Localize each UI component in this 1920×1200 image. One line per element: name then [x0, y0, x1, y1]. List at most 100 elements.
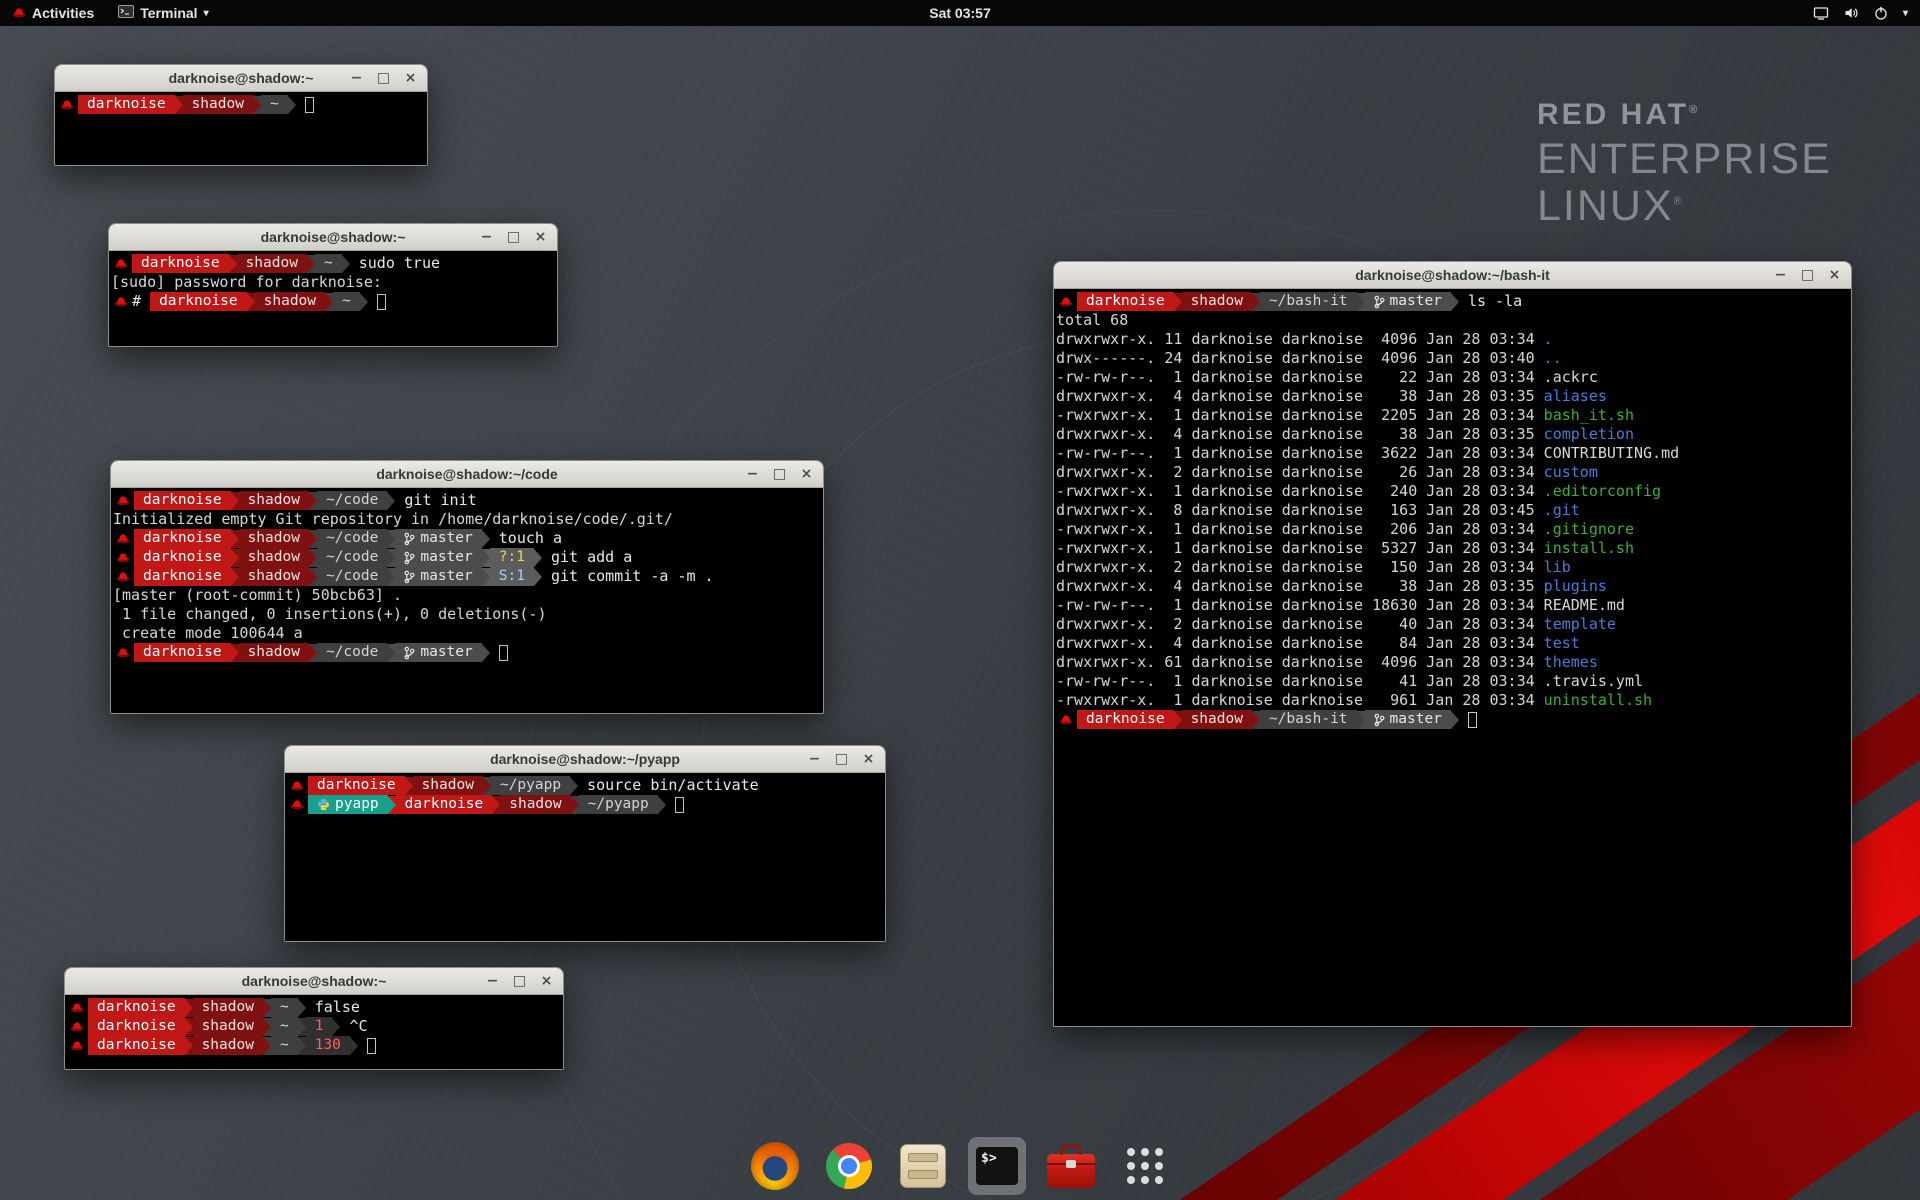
- prompt-segment-user: darknoise: [88, 1036, 185, 1055]
- activities-button[interactable]: Activities: [0, 0, 106, 26]
- terminal-body[interactable]: darknoiseshadow~/pyapp source bin/activa…: [285, 773, 885, 941]
- prompt-segment-user: darknoise: [308, 776, 405, 795]
- terminal-body[interactable]: darknoiseshadow~: [55, 92, 427, 165]
- powerline-arrow: [332, 1018, 340, 1036]
- minimize-button[interactable]: −: [349, 70, 364, 86]
- close-button[interactable]: ×: [533, 229, 548, 245]
- terminal-line: darknoiseshadow~130: [67, 1036, 561, 1055]
- close-button[interactable]: ×: [539, 973, 554, 989]
- window-title: darknoise@shadow:~/pyapp: [490, 751, 680, 767]
- minimize-button[interactable]: −: [745, 466, 760, 482]
- titlebar[interactable]: darknoise@shadow:~ − □ ×: [55, 65, 427, 92]
- powerline-arrow: [388, 796, 396, 814]
- prompt-segment-venv: pyapp: [308, 795, 388, 814]
- maximize-button[interactable]: □: [506, 229, 521, 245]
- maximize-button[interactable]: □: [834, 751, 849, 767]
- prompt-segment-host: shadow: [183, 95, 253, 114]
- maximize-button[interactable]: □: [512, 973, 527, 989]
- chevron-down-icon: ▾: [204, 8, 209, 19]
- close-button[interactable]: ×: [1827, 267, 1842, 283]
- titlebar[interactable]: darknoise@shadow:~/pyapp − □ ×: [285, 746, 885, 773]
- terminal-body[interactable]: darknoiseshadow~ falsedarknoiseshadow~1 …: [65, 995, 563, 1069]
- rhel-logo-linux: LINUX®: [1537, 185, 1832, 228]
- powerline-arrow: [482, 644, 490, 662]
- terminal-line: drwxrwxr-x. 8 darknoise darknoise 163 Ja…: [1056, 501, 1849, 520]
- terminal-line: drwxrwxr-x. 61 darknoise darknoise 4096 …: [1056, 653, 1849, 672]
- terminal-line: darknoiseshadow~/bash-itmaster: [1056, 710, 1849, 729]
- terminal-window[interactable]: darknoise@shadow:~/bash-it − □ × darknoi…: [1053, 261, 1852, 1027]
- terminal-line: darknoiseshadow~/pyapp source bin/activa…: [287, 776, 883, 795]
- minimize-button[interactable]: −: [807, 751, 822, 767]
- terminal-icon: [118, 5, 134, 21]
- terminal-window[interactable]: darknoise@shadow:~/pyapp − □ × darknoise…: [284, 745, 886, 942]
- powerline-arrow: [231, 492, 239, 510]
- maximize-button[interactable]: □: [772, 466, 787, 482]
- terminal-body[interactable]: darknoiseshadow~/bash-itmaster ls -latot…: [1054, 289, 1851, 1026]
- terminal-line: -rwxrwxr-x. 1 darknoise darknoise 961 Ja…: [1056, 691, 1849, 710]
- powerline-arrow: [247, 293, 255, 311]
- titlebar[interactable]: darknoise@shadow:~ − □ ×: [65, 968, 563, 995]
- command-text: ^C: [340, 1017, 367, 1036]
- prompt-segment-exit: 130: [306, 1036, 350, 1055]
- maximize-button[interactable]: □: [376, 70, 391, 86]
- powerline-arrow: [231, 644, 239, 662]
- powerline-arrow: [231, 568, 239, 586]
- terminal-window[interactable]: darknoise@shadow:~ − □ × darknoiseshadow…: [64, 967, 564, 1070]
- redhat-icon: [57, 95, 78, 114]
- dock-item-toolbox[interactable]: [1042, 1137, 1100, 1195]
- dock: $>: [746, 1137, 1174, 1195]
- powerline-arrow: [387, 644, 395, 662]
- redhat-icon: [111, 292, 132, 311]
- minimize-button[interactable]: −: [1773, 267, 1788, 283]
- dock-item-firefox[interactable]: [746, 1137, 804, 1195]
- file-name: uninstall.sh: [1544, 691, 1652, 709]
- titlebar[interactable]: darknoise@shadow:~/code − □ ×: [111, 461, 823, 488]
- terminal-body[interactable]: darknoiseshadow~/code git initInitialize…: [111, 488, 823, 713]
- titlebar[interactable]: darknoise@shadow:~ − □ ×: [109, 224, 557, 251]
- maximize-button[interactable]: □: [1800, 267, 1815, 283]
- file-name: .gitignore: [1544, 520, 1634, 538]
- app-menu[interactable]: Terminal ▾: [106, 0, 220, 26]
- command-text: git add a: [542, 548, 632, 567]
- terminal-line: [master (root-commit) 50bcb63] .: [113, 586, 821, 605]
- prompt-segment-user: darknoise: [134, 548, 231, 567]
- system-status-area[interactable]: ▾: [1813, 0, 1920, 26]
- powerline-arrow: [387, 549, 395, 567]
- clock[interactable]: Sat 03:57: [929, 0, 990, 26]
- terminal-line: darknoiseshadow~/code git init: [113, 491, 821, 510]
- minimize-button[interactable]: −: [485, 973, 500, 989]
- terminal-line: drwxrwxr-x. 4 darknoise darknoise 38 Jan…: [1056, 425, 1849, 444]
- prompt-segment-host: shadow: [237, 254, 307, 273]
- dock-item-show-applications[interactable]: [1116, 1137, 1174, 1195]
- prompt-segment-host: shadow: [239, 548, 309, 567]
- prompt-segment-user: darknoise: [134, 491, 231, 510]
- close-button[interactable]: ×: [861, 751, 876, 767]
- terminal-line: darknoiseshadow~/codemasterS:1 git commi…: [113, 567, 821, 586]
- powerline-arrow: [405, 777, 413, 795]
- volume-icon: [1843, 5, 1859, 21]
- terminal-line: -rw-rw-r--. 1 darknoise darknoise 41 Jan…: [1056, 672, 1849, 691]
- titlebar[interactable]: darknoise@shadow:~/bash-it − □ ×: [1054, 262, 1851, 289]
- rhel-logo-redhat: RED HAT®: [1537, 100, 1832, 130]
- prompt-segment-path: ~: [333, 292, 360, 311]
- rhel-logo: RED HAT® ENTERPRISE LINUX®: [1537, 100, 1832, 228]
- terminal-line: darknoiseshadow~ sudo true: [111, 254, 555, 273]
- terminal-window[interactable]: darknoise@shadow:~ − □ × darknoiseshadow…: [54, 64, 428, 166]
- rhel-logo-enterprise: ENTERPRISE: [1537, 138, 1832, 181]
- terminal-window[interactable]: darknoise@shadow:~/code − □ × darknoises…: [110, 460, 824, 714]
- redhat-icon: [113, 567, 134, 586]
- app-grid-icon: [1127, 1148, 1163, 1184]
- dock-item-terminal[interactable]: $>: [968, 1137, 1026, 1195]
- close-button[interactable]: ×: [799, 466, 814, 482]
- terminal-window[interactable]: darknoise@shadow:~ − □ × darknoiseshadow…: [108, 223, 558, 347]
- dock-item-files[interactable]: [894, 1137, 952, 1195]
- terminal-body[interactable]: darknoiseshadow~ sudo true[sudo] passwor…: [109, 251, 557, 346]
- command-text: source bin/activate: [578, 776, 759, 795]
- prompt-segment-host: shadow: [1182, 710, 1252, 729]
- prompt-segment-gitq: ?:1: [490, 548, 534, 567]
- dock-item-chrome[interactable]: [820, 1137, 878, 1195]
- minimize-button[interactable]: −: [479, 229, 494, 245]
- close-button[interactable]: ×: [403, 70, 418, 86]
- prompt-segment-host: shadow: [193, 998, 263, 1017]
- window-title: darknoise@shadow:~: [242, 973, 387, 989]
